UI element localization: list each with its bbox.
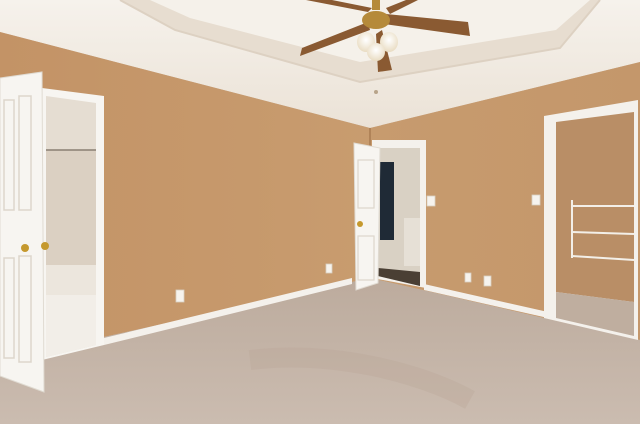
center-open-door — [353, 142, 381, 291]
light-switch — [426, 195, 436, 207]
shower-surround — [46, 150, 96, 265]
light-globe — [367, 43, 385, 61]
fan-downrod — [372, 0, 380, 10]
dark-doorway — [380, 162, 394, 240]
door-knob — [21, 244, 29, 252]
door-knob — [357, 221, 363, 227]
right-closet-opening — [544, 100, 638, 340]
left-open-door — [0, 71, 49, 393]
electrical-outlet — [175, 289, 185, 303]
light-switch — [531, 194, 541, 206]
electrical-outlet — [483, 275, 492, 287]
door-slab — [0, 71, 45, 393]
bathtub — [46, 265, 96, 295]
ceiling-dot — [374, 90, 378, 94]
door-knob — [41, 242, 49, 250]
empty-bedroom-photo — [0, 0, 640, 424]
bathroom-view — [42, 88, 104, 360]
room-illustration — [0, 0, 640, 424]
fan-motor — [362, 11, 390, 29]
electrical-outlet — [464, 272, 472, 283]
electrical-outlet — [325, 263, 333, 274]
hall-cabinet — [404, 218, 420, 266]
